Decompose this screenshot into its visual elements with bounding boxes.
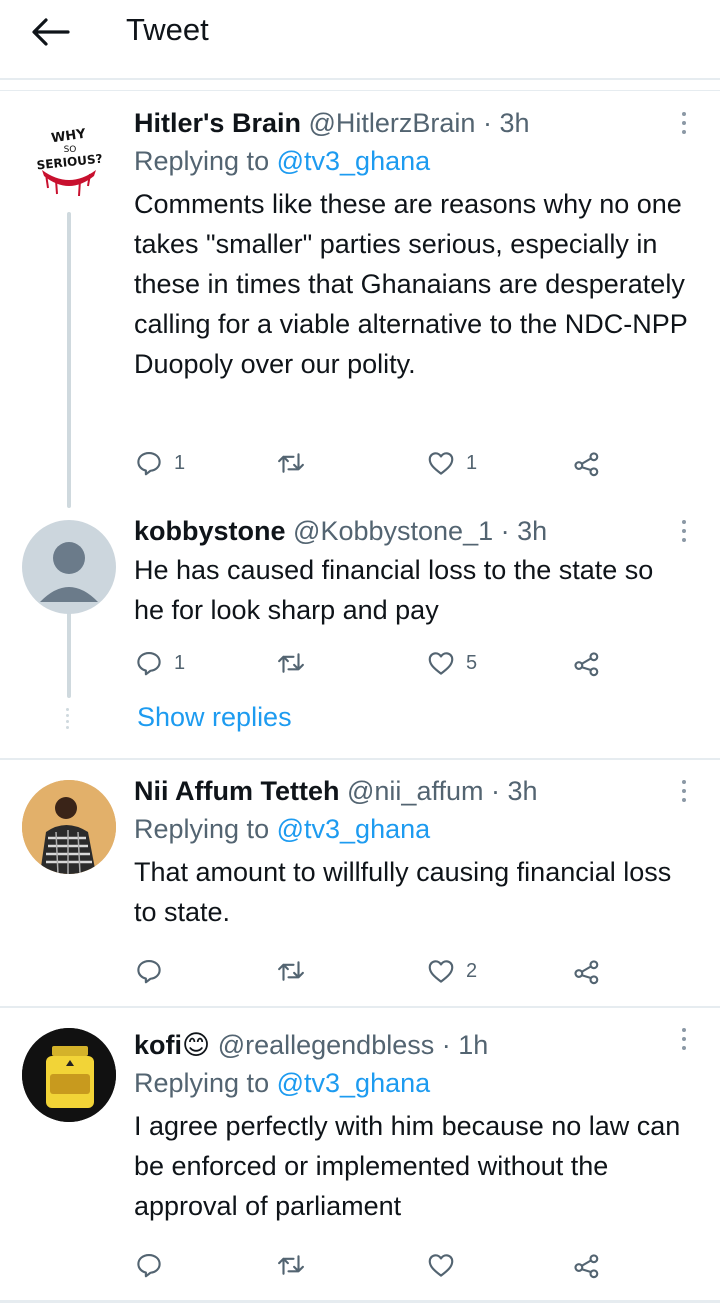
timestamp[interactable]: 1h	[458, 1030, 488, 1060]
display-name[interactable]: Hitler's Brain	[134, 108, 301, 138]
share-icon	[574, 452, 599, 477]
share-icon	[574, 1254, 599, 1279]
retweet-icon	[278, 961, 304, 981]
like-count: 5	[466, 651, 478, 674]
replying-to: Replying to @tv3_ghana	[134, 142, 690, 180]
retweet-button[interactable]	[276, 646, 316, 680]
separator-dot: ·	[500, 516, 510, 546]
share-button[interactable]	[572, 1248, 602, 1282]
display-name[interactable]: Nii Affum Tetteh	[134, 776, 339, 806]
share-button[interactable]	[572, 646, 602, 680]
product-photo-icon	[22, 1028, 116, 1122]
user-handle[interactable]: @reallegendbless	[218, 1030, 435, 1060]
avatar[interactable]	[22, 1028, 116, 1122]
replying-to-label: Replying to	[134, 1068, 270, 1098]
heart-icon	[428, 1254, 454, 1277]
reply-count: 1	[174, 451, 186, 474]
arrow-left-icon	[32, 18, 70, 46]
display-name[interactable]: kofi	[134, 1030, 182, 1060]
reply-icon	[137, 1253, 161, 1278]
mention-link[interactable]: @tv3_ghana	[277, 814, 431, 844]
timestamp[interactable]: 3h	[508, 776, 538, 806]
tweet-header: Nii Affum Tetteh @nii_affum · 3h	[134, 774, 690, 808]
divider	[0, 1300, 720, 1303]
divider	[0, 758, 720, 760]
timestamp[interactable]: 3h	[517, 516, 547, 546]
tweet-text: That amount to willfully causing financi…	[134, 857, 672, 927]
retweet-button[interactable]	[276, 954, 316, 988]
like-button[interactable]: 1	[426, 446, 477, 480]
share-icon	[574, 652, 599, 677]
share-button[interactable]	[572, 446, 602, 480]
back-button[interactable]	[28, 14, 72, 50]
tweet[interactable]: WHY SO SERIOUS? Hitler's Brain @HitlerzB…	[0, 100, 720, 500]
reply-button[interactable]: 1	[134, 646, 185, 680]
separator-dot: ·	[441, 1030, 451, 1060]
heart-icon	[428, 960, 454, 983]
tweet-header: kofi😊 @reallegendbless · 1h	[134, 1028, 690, 1062]
replying-to-label: Replying to	[134, 814, 270, 844]
tweet[interactable]: kofi😊 @reallegendbless · 1h Replying to …	[0, 1010, 720, 1300]
reply-button[interactable]	[134, 1248, 174, 1282]
tweet-header: Hitler's Brain @HitlerzBrain · 3h	[134, 106, 690, 140]
mention-link[interactable]: @tv3_ghana	[277, 1068, 431, 1098]
like-button[interactable]: 5	[426, 646, 477, 680]
like-count: 2	[466, 959, 478, 982]
tweet[interactable]: kobbystone @Kobbystone_1 · 3h He has cau…	[0, 508, 720, 748]
heart-icon	[428, 652, 454, 675]
user-handle[interactable]: @Kobbystone_1	[293, 516, 493, 546]
show-replies-link[interactable]: Show replies	[137, 702, 292, 733]
like-button[interactable]	[426, 1248, 466, 1282]
retweet-button[interactable]	[276, 446, 316, 480]
retweet-icon	[278, 1255, 304, 1275]
reply-button[interactable]: 1	[134, 446, 185, 480]
mention-link[interactable]: @tv3_ghana	[277, 146, 431, 176]
avatar[interactable]	[22, 780, 116, 874]
user-handle[interactable]: @nii_affum	[347, 776, 483, 806]
divider	[0, 1006, 720, 1008]
tweet-header: kobbystone @Kobbystone_1 · 3h	[134, 514, 690, 548]
share-button[interactable]	[572, 954, 602, 988]
reply-icon	[137, 959, 161, 984]
tweet-actions	[134, 1248, 614, 1282]
header-divider	[0, 78, 720, 80]
display-name[interactable]: kobbystone	[134, 516, 286, 546]
replying-to: Replying to @tv3_ghana	[134, 810, 690, 848]
like-count: 1	[466, 451, 478, 474]
avatar[interactable]	[22, 520, 116, 614]
replying-to-label: Replying to	[134, 146, 270, 176]
tweet-text: I agree perfectly with him because no la…	[134, 1111, 681, 1221]
retweet-icon	[278, 653, 304, 673]
retweet-icon	[278, 453, 304, 473]
retweet-button[interactable]	[276, 1248, 316, 1282]
logo-text-why: WHY	[50, 127, 87, 147]
page-title: Tweet	[126, 12, 209, 47]
default-avatar-icon	[40, 542, 98, 602]
smiling-emoji-icon: 😊	[182, 1030, 211, 1060]
reply-icon	[137, 651, 161, 676]
reply-button[interactable]	[134, 954, 174, 988]
tweet-text: Comments like these are reasons why no o…	[134, 189, 688, 379]
like-button[interactable]: 2	[426, 954, 477, 988]
timestamp[interactable]: 3h	[499, 108, 529, 138]
logo-text-serious: SERIOUS?	[36, 152, 103, 173]
app-header: Tweet	[0, 0, 720, 78]
why-so-serious-logo-icon: WHY SO SERIOUS?	[36, 127, 103, 197]
replying-to: Replying to @tv3_ghana	[134, 1064, 690, 1102]
share-icon	[574, 960, 599, 985]
divider	[0, 90, 720, 91]
user-handle[interactable]: @HitlerzBrain	[309, 108, 476, 138]
tweet-actions: 2	[134, 954, 614, 988]
user-photo-icon	[22, 780, 116, 874]
tweet-actions: 1 5	[134, 646, 614, 680]
reply-icon	[137, 451, 161, 476]
separator-dot: ·	[491, 776, 500, 806]
tweet[interactable]: Nii Affum Tetteh @nii_affum · 3h Replyin…	[0, 762, 720, 1002]
separator-dot: ·	[482, 108, 492, 138]
avatar[interactable]: WHY SO SERIOUS?	[22, 110, 116, 204]
heart-icon	[428, 452, 454, 475]
tweet-actions: 1 1	[134, 446, 614, 480]
tweet-text: He has caused financial loss to the stat…	[134, 555, 654, 625]
reply-count: 1	[174, 651, 186, 674]
